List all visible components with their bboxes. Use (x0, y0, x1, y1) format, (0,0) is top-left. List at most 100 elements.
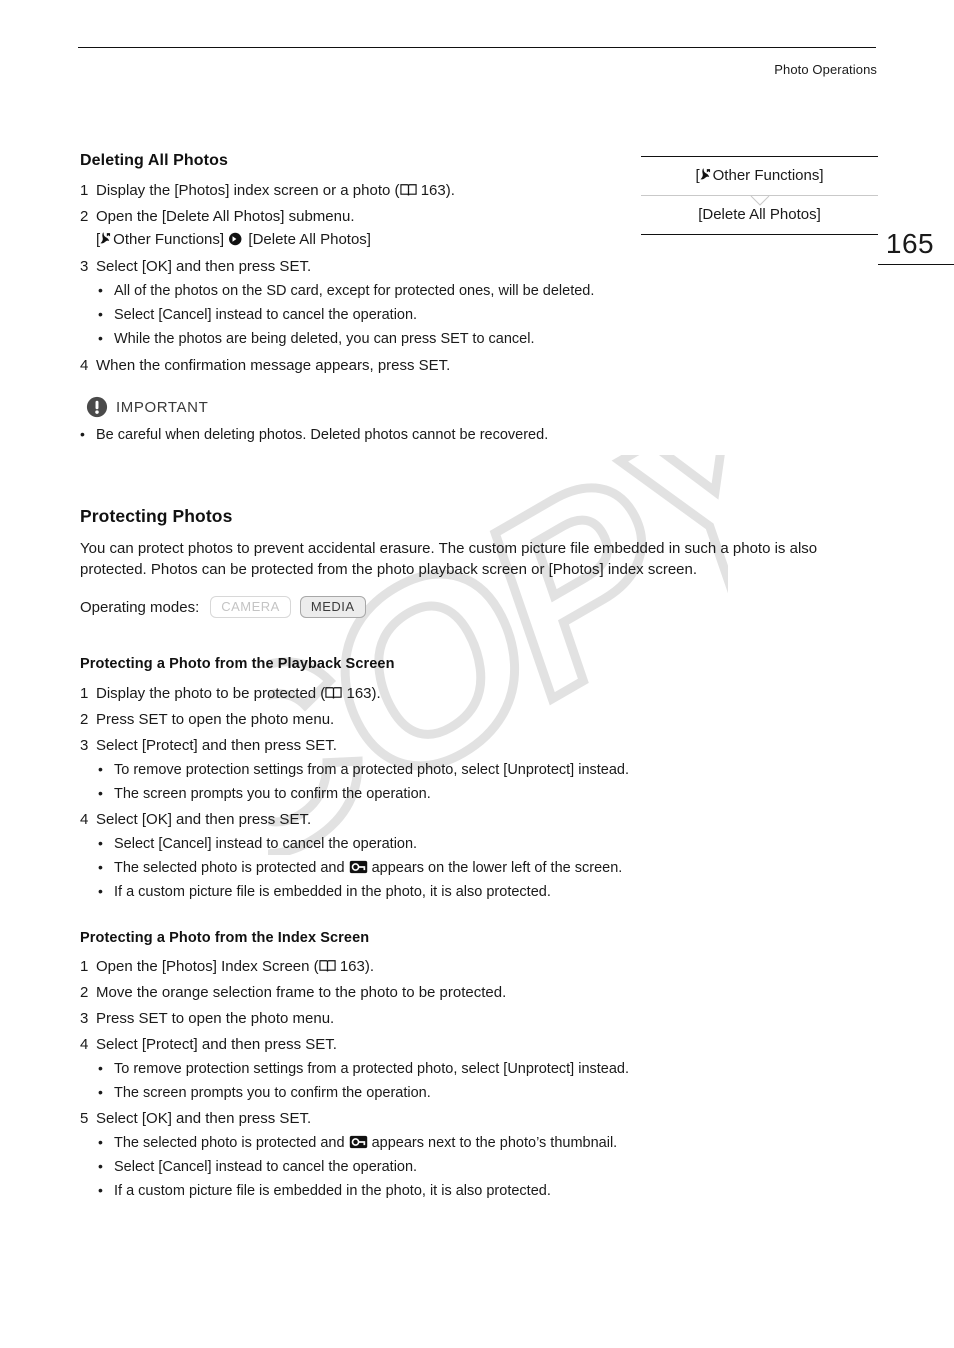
bullet-dot: • (98, 859, 103, 875)
step-number: 5 (80, 1110, 89, 1127)
mode-chip-media[interactable]: MEDIA (299, 596, 366, 618)
key-icon (349, 1135, 367, 1149)
step-text-after: ). (445, 182, 455, 199)
step-playback-2: 2 Press SET to open the photo menu. (80, 710, 334, 730)
step-delete-1: 1 Display the [Photos] index screen or a … (80, 181, 455, 201)
bullet-dot: • (98, 785, 103, 801)
step-number: 2 (80, 711, 89, 728)
step-number: 1 (80, 182, 89, 199)
bullet-index-3: • The selected photo is protected and app… (98, 1134, 617, 1151)
bullet-important: • Be careful when deleting photos. Delete… (80, 426, 548, 443)
bullet-playback-3: • Select [Cancel] instead to cancel the o… (98, 835, 417, 852)
bullet-playback-5: • If a custom picture file is embedded in… (98, 883, 551, 900)
bullet-dot: • (98, 1134, 103, 1150)
step-text: Select [OK] and then press SET. (96, 258, 312, 275)
running-head: Photo Operations (774, 62, 877, 77)
step-text: Press SET to open the photo menu. (96, 1010, 335, 1027)
bullet-text: Be careful when deleting photos. Deleted… (96, 427, 549, 443)
step-text: When the confirmation message appears, p… (96, 357, 451, 374)
protecting-intro: You can protect photos to prevent accide… (80, 538, 880, 580)
protecting-intro-line1: You can protect photos to prevent accide… (80, 540, 818, 557)
bullet-delete-1: • All of the photos on the SD card, excep… (98, 282, 594, 299)
bullet-text-after: appears next to the photo’s thumbnail. (367, 1135, 618, 1151)
bullet-text-before: The selected photo is protected and (114, 860, 349, 876)
step-number: 3 (80, 737, 89, 754)
step-text: Select [Protect] and then press SET. (96, 1036, 337, 1053)
callout-row1-label: Other Functions] (712, 167, 824, 184)
step-number: 3 (80, 1010, 89, 1027)
bullet-dot: • (98, 835, 103, 851)
bullet-text: The screen prompts you to confirm the op… (114, 1085, 431, 1101)
callout-bottom-rule (641, 234, 878, 235)
header-rule (78, 47, 876, 48)
step-delete-3: 3 Select [OK] and then press SET. (80, 257, 311, 277)
bullet-index-4: • Select [Cancel] instead to cancel the o… (98, 1158, 417, 1175)
menu-path-inline: [Other Functions] [Delete All Photos] (96, 231, 371, 248)
bullet-delete-2: • Select [Cancel] instead to cancel the o… (98, 306, 417, 323)
menu-path-second: [Delete All Photos] (248, 231, 371, 248)
menu-path-first: Other Functions] (113, 231, 225, 248)
step-number: 4 (80, 1036, 89, 1053)
step-index-1: 1 Open the [Photos] Index Screen ( 163). (80, 957, 374, 977)
page-number: 165 (885, 228, 935, 259)
protecting-intro-line2: protected. Photos can be protected from … (80, 561, 698, 578)
book-icon (325, 687, 342, 699)
step-number: 1 (80, 685, 89, 702)
step-page-ref: 163 (420, 182, 446, 199)
bullet-text: Select [Cancel] instead to cancel the op… (114, 1159, 418, 1175)
step-text: Move the orange selection frame to the p… (96, 984, 507, 1001)
bullet-text: All of the photos on the SD card, except… (114, 283, 595, 299)
bullet-text-after: appears on the lower left of the screen. (367, 860, 623, 876)
operating-modes-label: Operating modes: (80, 598, 200, 616)
bullet-dot: • (98, 1158, 103, 1174)
step-text-after: ). (371, 685, 381, 702)
menu-path-callout: [Other Functions] [Delete All Photos] (641, 156, 878, 235)
bullet-text-before: The selected photo is protected and (114, 1135, 349, 1151)
bullet-text: If a custom picture file is embedded in … (114, 1183, 551, 1199)
page-number-rule (878, 264, 954, 265)
step-number: 4 (80, 811, 89, 828)
step-text: Select [Protect] and then press SET. (96, 737, 337, 754)
step-number: 3 (80, 258, 89, 275)
step-number: 2 (80, 984, 89, 1001)
step-playback-1: 1 Display the photo to be protected ( 163… (80, 684, 381, 704)
step-index-2: 2 Move the orange selection frame to the … (80, 983, 506, 1003)
bullet-index-2: • The screen prompts you to confirm the o… (98, 1084, 431, 1101)
bullet-text: If a custom picture file is embedded in … (114, 884, 551, 900)
step-page-ref: 163 (346, 685, 372, 702)
operating-modes: Operating modes: CAMERA MEDIA (80, 596, 366, 618)
step-text-after: ). (364, 958, 375, 975)
step-delete-4: 4 When the confirmation message appears, … (80, 356, 450, 376)
bullet-dot: • (98, 761, 103, 777)
important-label: IMPORTANT (116, 398, 209, 416)
bullet-playback-2: • The screen prompts you to confirm the o… (98, 785, 431, 802)
heading-protecting-photos: Protecting Photos (80, 506, 233, 526)
bullet-playback-4: • The selected photo is protected and app… (98, 859, 622, 876)
callout-row-other-functions: [Other Functions] (641, 157, 878, 195)
book-icon (318, 960, 336, 972)
bullet-text: Select [Cancel] instead to cancel the op… (114, 836, 418, 852)
bullet-dot: • (80, 426, 85, 442)
step-index-4: 4 Select [Protect] and then press SET. (80, 1035, 337, 1055)
bullet-dot: • (98, 282, 103, 298)
heading-protect-from-playback: Protecting a Photo from the Playback Scr… (80, 656, 395, 672)
step-text-before: Open the [Photos] Index Screen ( (96, 958, 319, 975)
bullet-playback-1: • To remove protection settings from a pr… (98, 761, 629, 778)
heading-deleting-all-photos: Deleting All Photos (80, 152, 228, 169)
bullet-dot: • (98, 330, 103, 346)
step-index-3: 3 Press SET to open the photo menu. (80, 1009, 334, 1029)
bullet-text: To remove protection settings from a pro… (114, 1061, 630, 1077)
wrench-icon (700, 168, 710, 180)
callout-mid-rule (641, 195, 878, 206)
step-text: Select [OK] and then press SET. (96, 1110, 312, 1127)
bullet-dot: • (98, 1182, 103, 1198)
callout-notch-icon (750, 196, 770, 206)
bullet-text: The screen prompts you to confirm the op… (114, 786, 431, 802)
bullet-dot: • (98, 1060, 103, 1076)
step-playback-4: 4 Select [OK] and then press SET. (80, 810, 311, 830)
bullet-delete-3: • While the photos are being deleted, you… (98, 330, 535, 347)
bullet-dot: • (98, 1084, 103, 1100)
document-page: Photo Operations 165 [Other Functions] [… (0, 0, 954, 1348)
bullet-index-5: • If a custom picture file is embedded in… (98, 1182, 551, 1199)
mode-chip-camera[interactable]: CAMERA (210, 596, 291, 618)
